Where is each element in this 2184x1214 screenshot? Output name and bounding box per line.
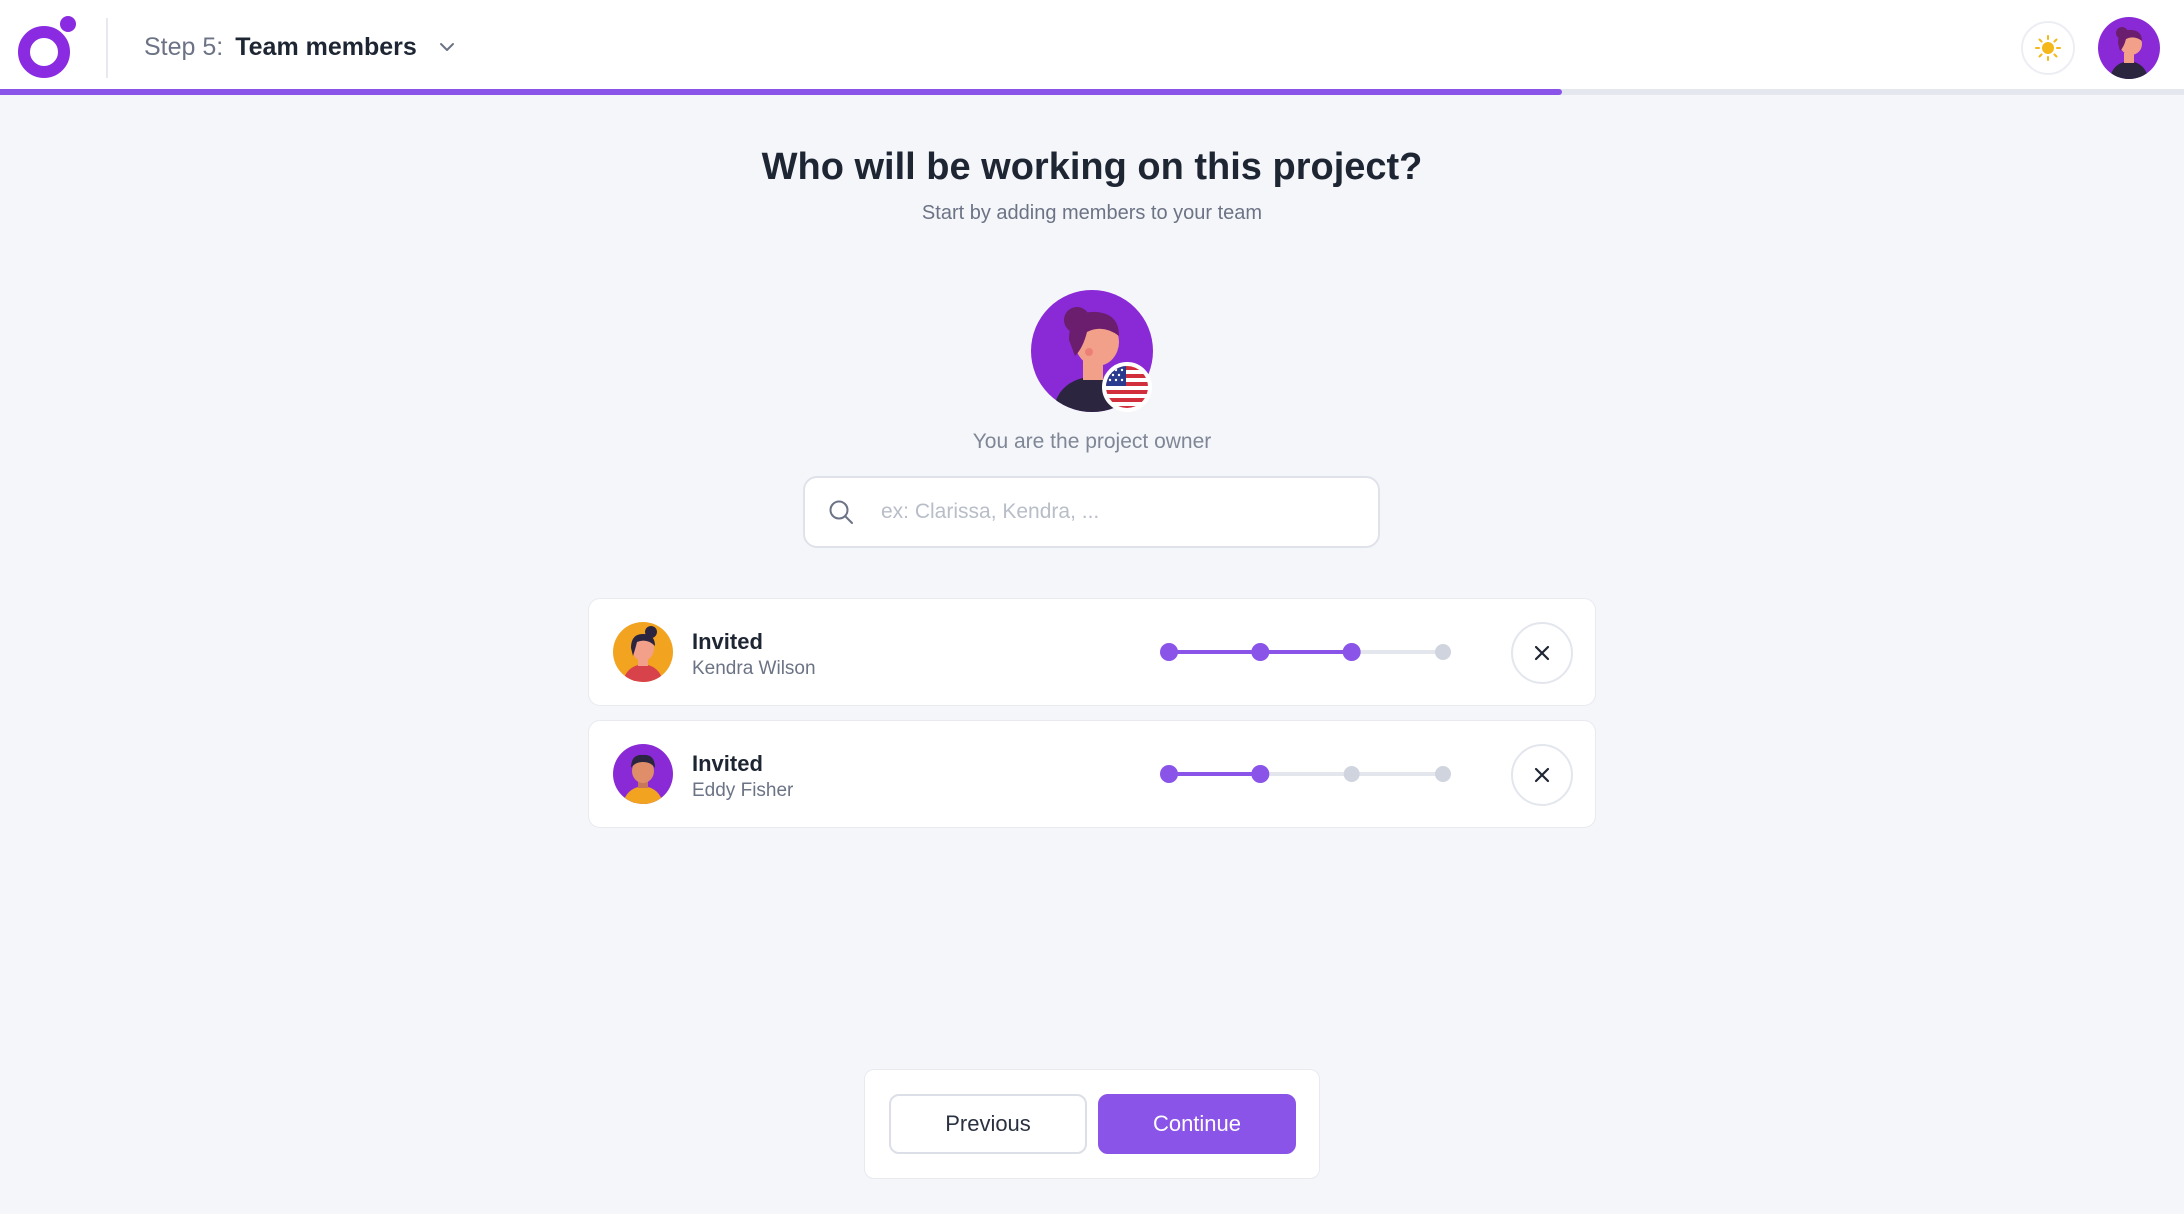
continue-button[interactable]: Continue — [1098, 1094, 1296, 1154]
member-card: Invited Kendra Wilson — [588, 598, 1596, 706]
theme-toggle-button[interactable] — [2021, 21, 2075, 75]
member-avatar — [613, 744, 673, 804]
search-icon — [827, 498, 855, 526]
remove-member-button[interactable] — [1511, 622, 1573, 684]
member-status: Invited — [692, 751, 763, 776]
stepper-dot — [1251, 765, 1270, 783]
chevron-down-icon — [437, 37, 457, 57]
page-title: Who will be working on this project? — [761, 146, 1423, 188]
member-status: Invited — [692, 629, 763, 654]
step-progress-fill — [0, 89, 1562, 95]
user-avatar[interactable] — [2098, 17, 2160, 79]
stepper-dot — [1160, 765, 1178, 783]
step-prefix: Step 5: — [144, 32, 224, 61]
search-input[interactable] — [881, 500, 1351, 524]
step-selector[interactable]: Step 5: Team members — [144, 27, 457, 67]
wizard-footer: Previous Continue — [864, 1069, 1320, 1179]
sun-icon — [2035, 35, 2061, 61]
member-search — [803, 476, 1380, 548]
previous-button[interactable]: Previous — [889, 1094, 1087, 1154]
close-icon — [1534, 645, 1550, 661]
stepper-dot — [1251, 643, 1270, 661]
topbar-divider — [106, 18, 108, 78]
page-subtitle: Start by adding members to your team — [921, 202, 1263, 224]
member-name: Kendra Wilson — [692, 658, 816, 679]
stepper-dot — [1435, 766, 1451, 782]
member-name: Eddy Fisher — [692, 780, 794, 801]
top-bar: Step 5: Team members — [0, 0, 2184, 95]
us-flag-icon — [1102, 362, 1152, 412]
member-avatar — [613, 622, 673, 682]
member-card: Invited Eddy Fisher — [588, 720, 1596, 828]
stepper-dot — [1435, 644, 1451, 660]
step-progress-bar — [0, 89, 2184, 95]
remove-member-button[interactable] — [1511, 744, 1573, 806]
owner-caption: You are the project owner — [972, 430, 1212, 453]
member-onboarding-stepper — [1156, 761, 1456, 787]
app-logo[interactable] — [14, 14, 78, 80]
step-title: Team members — [235, 32, 417, 61]
member-onboarding-stepper — [1156, 639, 1456, 665]
close-icon — [1534, 767, 1550, 783]
stepper-dot — [1160, 643, 1178, 661]
stepper-dot — [1342, 643, 1361, 661]
stepper-dot — [1343, 766, 1360, 782]
